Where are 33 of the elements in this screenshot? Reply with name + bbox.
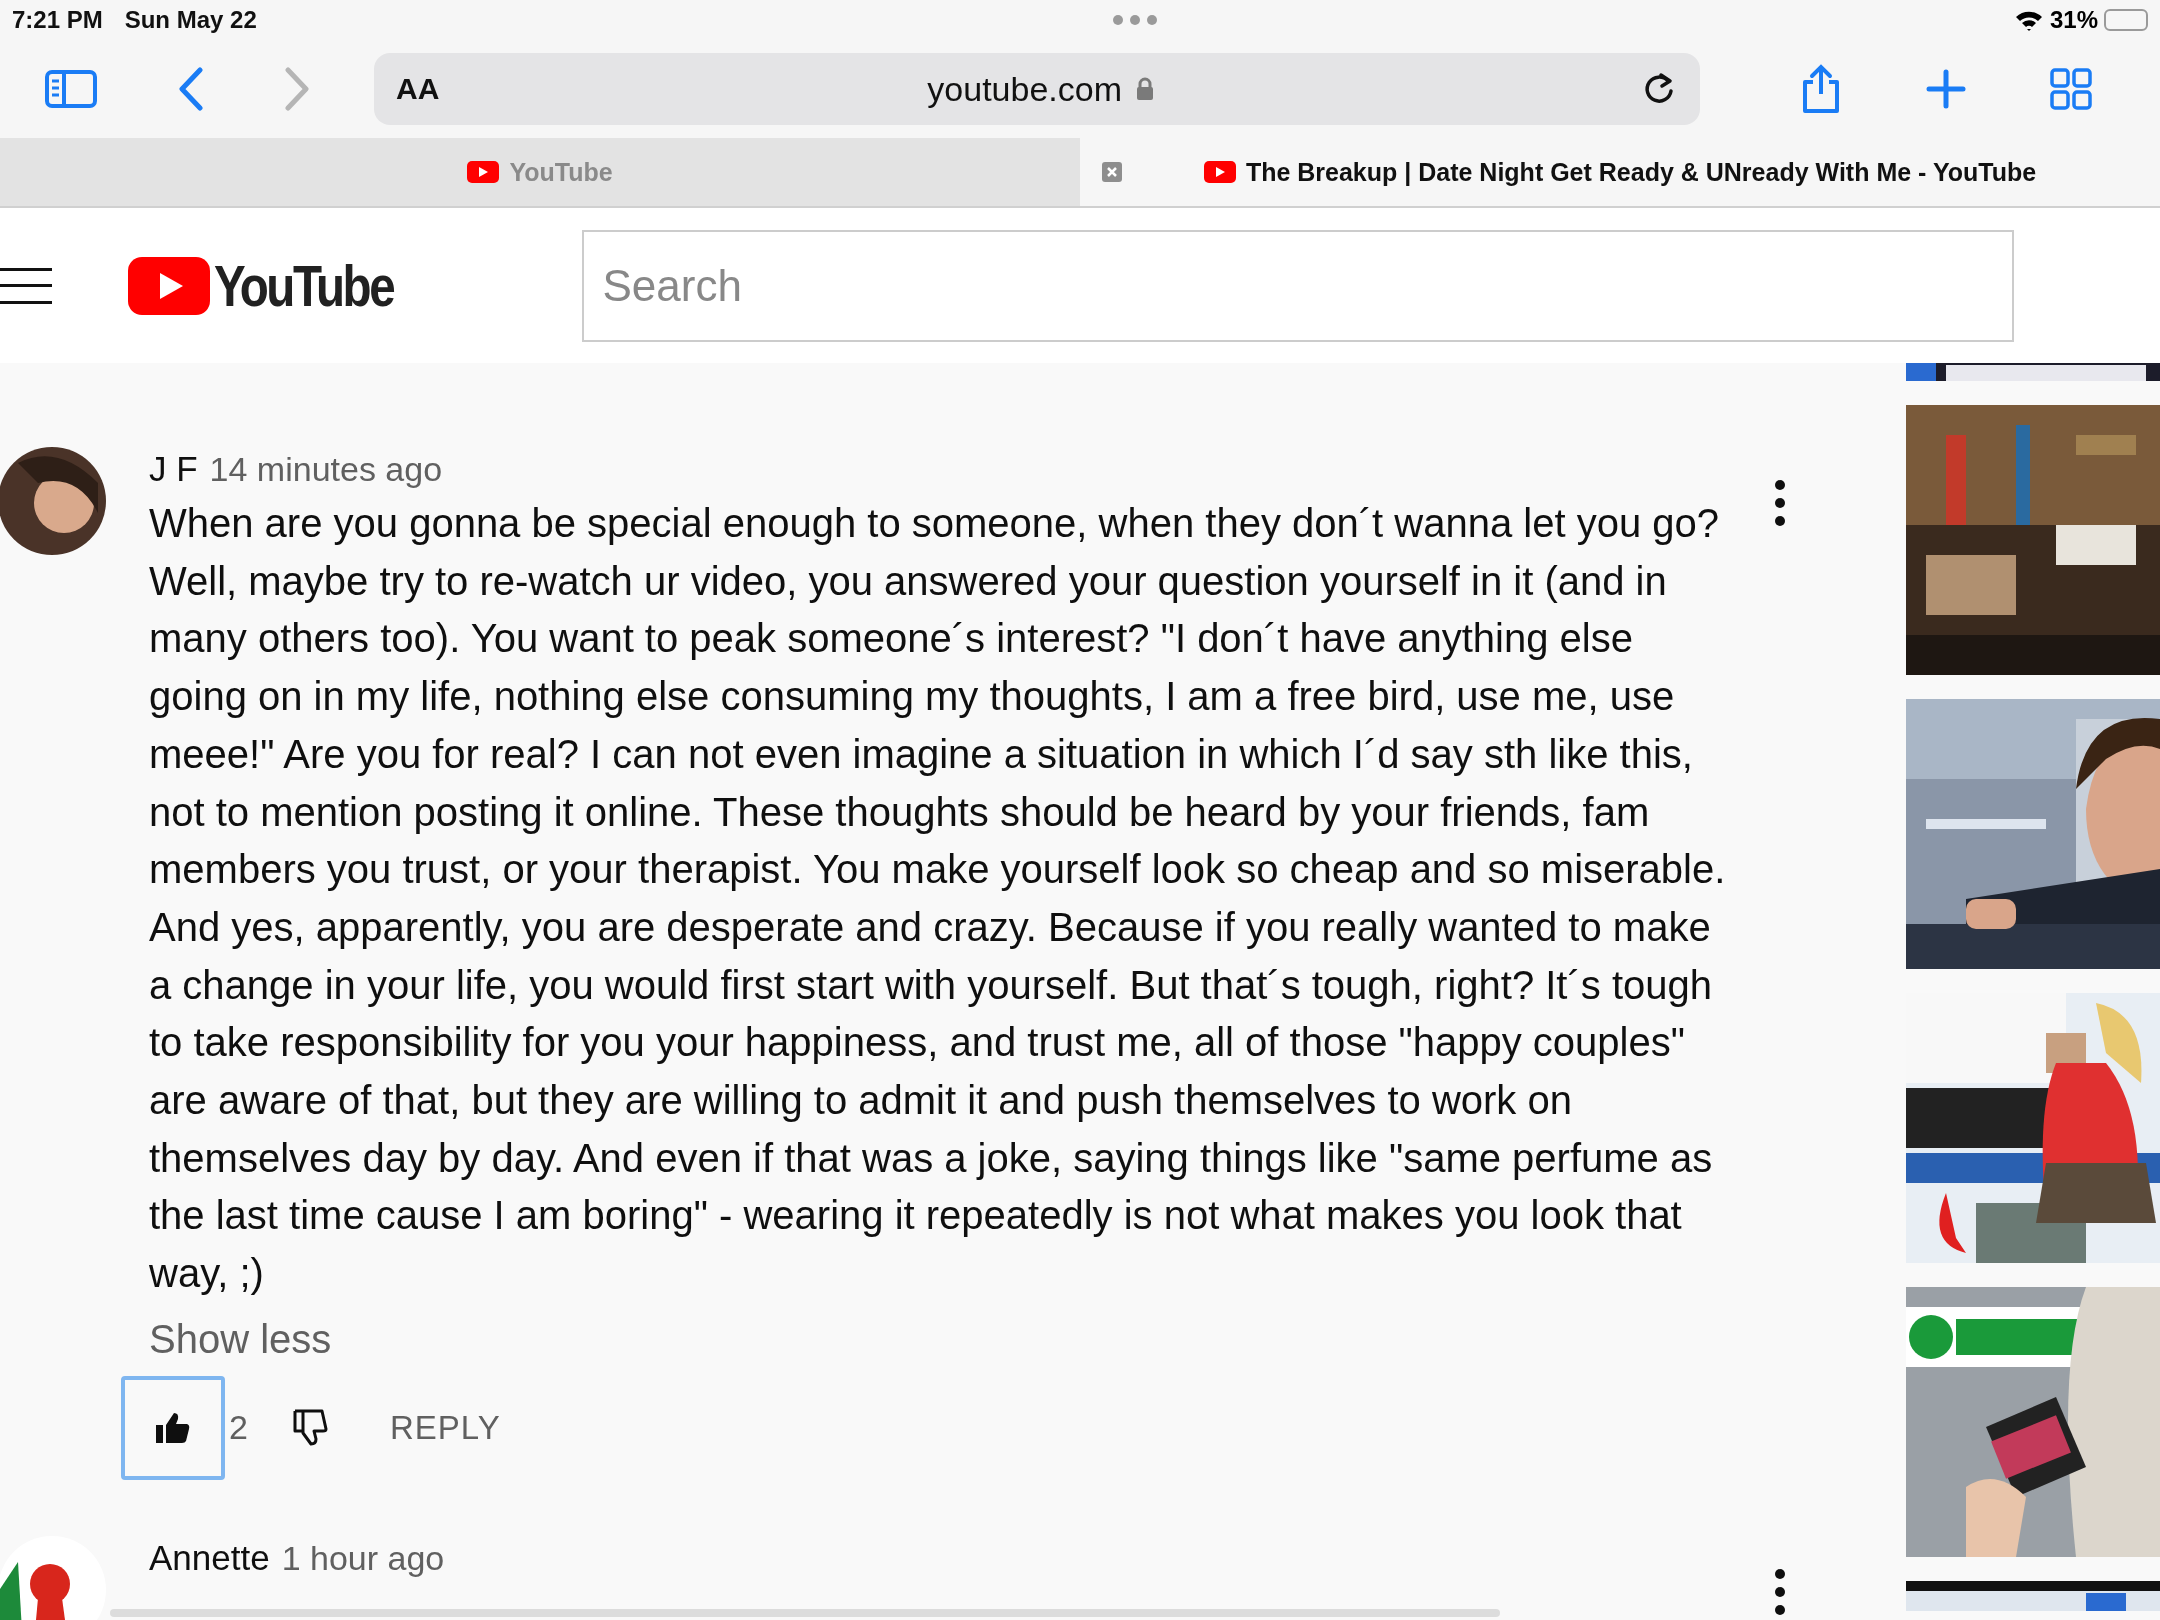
comment-time: 1 hour ago	[281, 1538, 445, 1578]
tab-overview-icon[interactable]	[2050, 68, 2092, 110]
youtube-logo[interactable]: YouTube	[128, 252, 433, 319]
address-bar[interactable]: AA youtube.com	[374, 53, 1700, 125]
comment-time: 14 minutes ago	[209, 450, 443, 489]
multitask-dots-icon[interactable]	[1112, 14, 1159, 26]
text-size-button[interactable]: AA	[396, 72, 440, 106]
time-text: 7:21 PM	[12, 6, 103, 34]
like-button[interactable]	[121, 1375, 225, 1480]
url-text: youtube.com	[927, 69, 1122, 109]
show-less-link[interactable]: Show less	[149, 1316, 332, 1362]
thumbs-up-icon	[156, 1412, 190, 1443]
more-options-icon[interactable]	[1774, 479, 1786, 527]
reply-button[interactable]: REPLY	[383, 1407, 507, 1448]
comment-text: When are you gonna be special enough to someone, when they don´t wanna let you go? Well, maybe try to re-watch ur video, you answered your question yourself in it (and in many others too). You want to peak someone´s interest? "I don´t have anything else going on in my life, nothing else consuming my thoughts, I am a free bird, use me, use meee!" Are you for real? I can not even imagine a situation in which I´d say sth like this, not to mention posting it online. These thoughts should be heard by your friends, fam members you trust, or your therapist. You make yourself look so cheap and so miserable. And yes, apparently, you are desperate and crazy. Because if you really wanted to make a change in your life, you would first start with yourself. But that´s tough, right? It´s tough to take responsibility for you your happiness, and trust me, all of those "happy couples" are aware of that, but they are willing to admit it and push themselves to work on themselves day by day. And even if that was a joke, saying things like "same perfume as the last time cause I am boring" - wearing it repeatedly is not what makes you look that way, ;)	[149, 500, 1727, 1298]
play-logo-icon	[467, 161, 500, 183]
share-icon[interactable]	[1800, 64, 1842, 114]
sidebar-icon[interactable]	[44, 69, 98, 109]
more-options-icon[interactable]	[1774, 1567, 1786, 1616]
search-field[interactable]: Search	[582, 229, 2015, 342]
back-icon[interactable]	[178, 67, 204, 111]
new-tab-icon[interactable]	[1926, 69, 1966, 109]
author-name[interactable]: J F	[149, 449, 198, 489]
author-name[interactable]: Annette	[149, 1537, 270, 1578]
play-logo-icon	[1203, 161, 1236, 183]
battery-text: 31%	[2049, 6, 2098, 34]
date-text: Sun May 22	[124, 6, 257, 34]
like-count: 2	[229, 1408, 248, 1448]
close-icon[interactable]	[1101, 161, 1123, 183]
battery-icon	[2104, 9, 2148, 31]
play-logo-icon	[128, 256, 210, 315]
lock-icon	[1136, 77, 1154, 101]
menu-icon[interactable]	[0, 265, 52, 306]
